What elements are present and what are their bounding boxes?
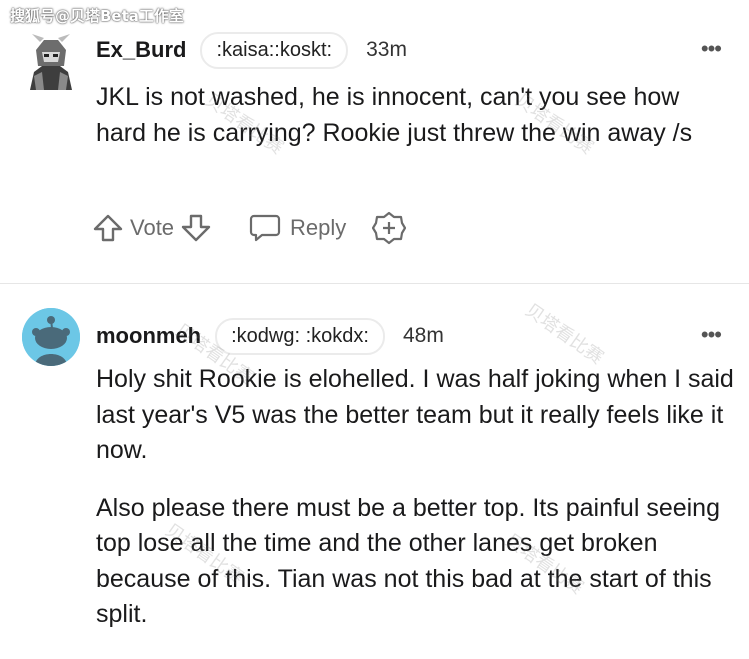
reply-button[interactable]: Reply	[248, 212, 346, 244]
reply-icon	[248, 212, 282, 244]
comment-meta: Ex_Burd :kaisa::koskt: 33m	[96, 31, 407, 69]
comment-paragraph: Holy shit Rookie is elohelled. I was hal…	[96, 365, 734, 464]
more-options-icon[interactable]: •••	[701, 36, 722, 62]
user-flair: :kodwg: :kokdx:	[215, 317, 385, 355]
timestamp: 48m	[402, 324, 444, 347]
comment-body: JKL is not washed, he is innocent, can't…	[96, 80, 736, 173]
comment-paragraph: JKL is not washed, he is innocent, can't…	[96, 83, 693, 147]
upvote-icon[interactable]	[92, 212, 124, 244]
vote-label: Vote	[130, 215, 175, 240]
avatar[interactable]	[22, 308, 80, 366]
comment-meta: moonmeh :kodwg: :kokdx: 48m	[96, 317, 444, 355]
downvote-icon[interactable]	[180, 212, 212, 244]
comment-body: Holy shit Rookie is elohelled. I was hal…	[96, 362, 736, 655]
timestamp: 33m	[366, 38, 407, 61]
username[interactable]: moonmeh	[96, 323, 201, 349]
comment: Ex_Burd :kaisa::koskt: 33m ••• JKL is no…	[0, 18, 749, 278]
award-button[interactable]	[372, 211, 407, 245]
avatar[interactable]	[22, 32, 80, 90]
username[interactable]: Ex_Burd	[96, 37, 186, 63]
reply-label: Reply	[290, 215, 347, 240]
comment: moonmeh :kodwg: :kokdx: 48m ••• Holy shi…	[0, 283, 749, 659]
vote-group: Vote	[92, 212, 212, 244]
comment-paragraph: Also please there must be a better top. …	[96, 493, 720, 629]
award-plus-icon	[372, 211, 407, 245]
user-flair: :kaisa::koskt:	[200, 31, 349, 69]
more-options-icon[interactable]: •••	[701, 322, 722, 348]
comment-actions: Vote Reply	[92, 208, 407, 248]
